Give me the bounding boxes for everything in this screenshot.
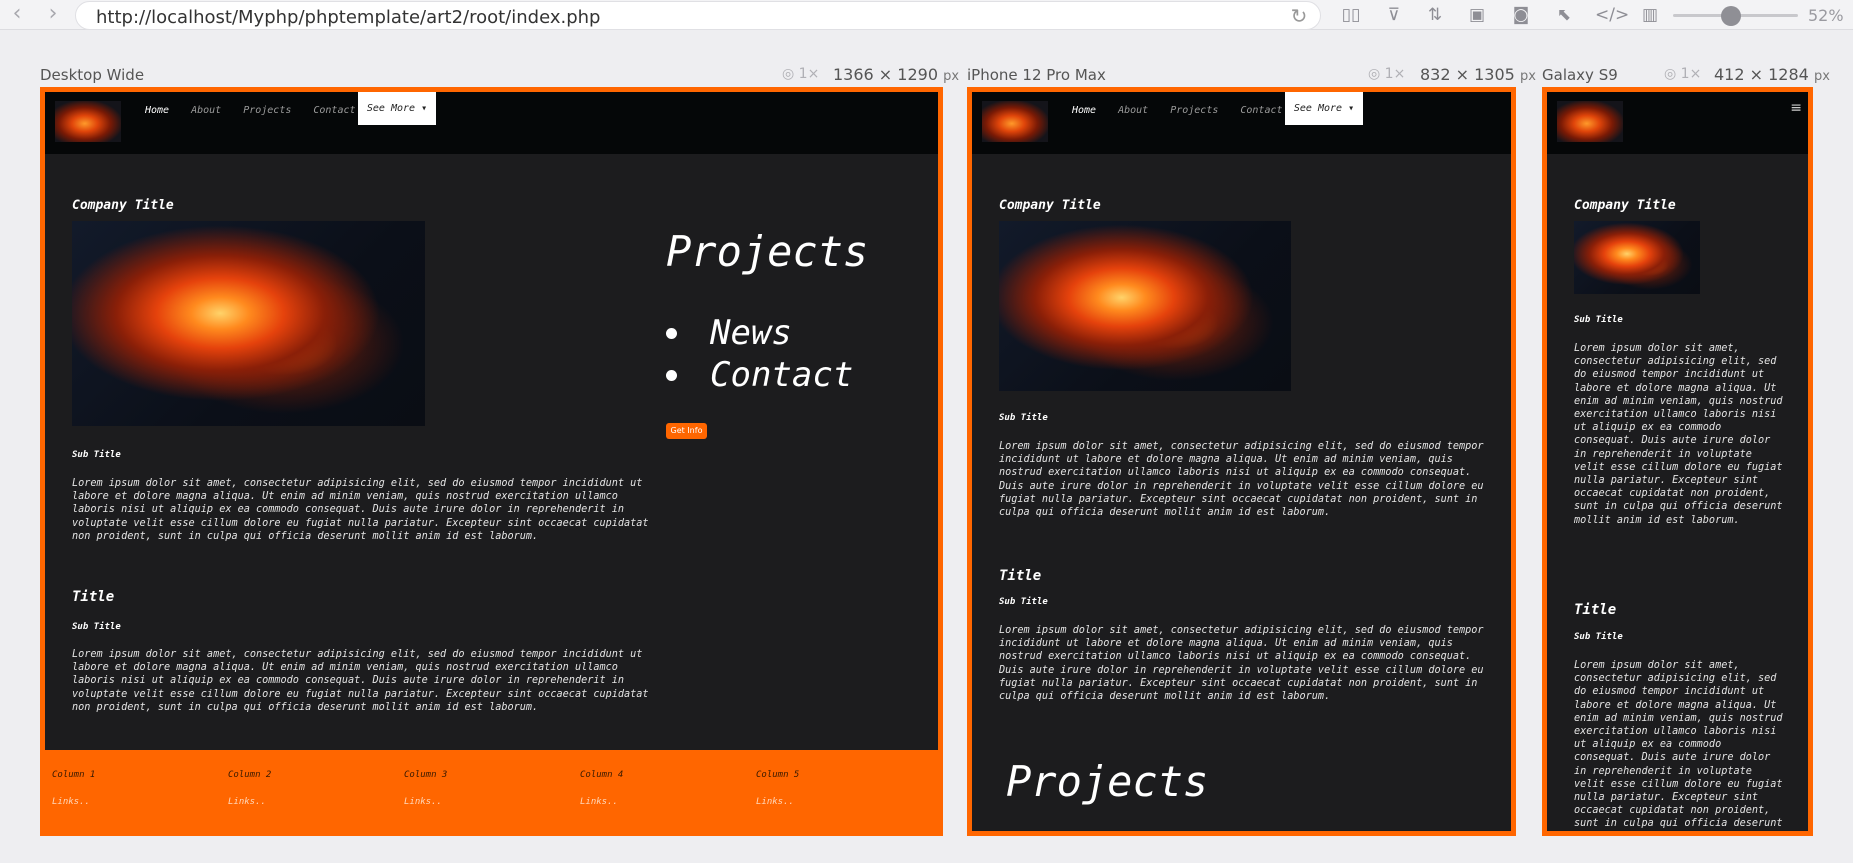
fire-image: [72, 221, 425, 426]
chevron-left-icon[interactable]: ‹: [6, 3, 28, 26]
company-title: Company Title: [1574, 198, 1676, 213]
sidebar-title: Projects: [1006, 757, 1209, 806]
galaxy-frame: ≡ Company Title Sub Title Lorem ipsum do…: [1542, 87, 1813, 836]
sub-title: Sub Title: [72, 450, 121, 460]
desktop-frame: Home About Projects Contact See More ▾ C…: [40, 87, 943, 836]
device-height: 1284: [1768, 65, 1809, 84]
lorem-paragraph: Lorem ipsum dolor sit amet, consectetur …: [72, 478, 649, 542]
code-icon[interactable]: </>: [1595, 4, 1629, 26]
device-unit: px: [1813, 69, 1830, 84]
reload-icon[interactable]: ↻: [1288, 5, 1310, 27]
device-scale[interactable]: ◎ 1×: [1664, 66, 1701, 82]
device-unit: px: [1519, 69, 1536, 84]
sub-title: Sub Title: [1574, 315, 1623, 325]
device-width: 832: [1420, 65, 1451, 84]
sidebar-list: News Contact: [666, 313, 853, 397]
device-width: 412: [1714, 65, 1745, 84]
footer-links[interactable]: Links..: [52, 797, 90, 807]
sub-title: Sub Title: [72, 622, 121, 632]
fire-image: [999, 221, 1291, 391]
device-dimensions: 412 × 1284 px: [1714, 65, 1830, 84]
device-dimensions: 1366 × 1290 px: [833, 65, 960, 84]
nav-contact[interactable]: Contact: [313, 105, 355, 116]
sidebar-title: Projects: [666, 227, 869, 276]
address-bar[interactable]: http://localhost/Myphp/phptemplate/art2/…: [75, 1, 1321, 30]
sub-title: Sub Title: [999, 413, 1048, 423]
sidebar-item-news[interactable]: News: [666, 313, 853, 355]
nav-about[interactable]: About: [191, 105, 221, 116]
get-info-button[interactable]: Get Info: [666, 423, 707, 439]
iphone-frame: Home About Projects Contact See More ▾ C…: [967, 87, 1516, 836]
section-title: Title: [999, 568, 1042, 584]
lorem-paragraph: Lorem ipsum dolor sit amet, consectetur …: [1574, 660, 1783, 830]
device-scale-value: 1×: [1680, 66, 1702, 82]
devices-icon[interactable]: ▣: [1466, 4, 1488, 26]
see-more-dropdown[interactable]: See More ▾: [1285, 92, 1363, 125]
device-scale-value: 1×: [1384, 66, 1406, 82]
site-navbar: Home About Projects Contact See More ▾: [45, 92, 938, 154]
lorem-paragraph: Lorem ipsum dolor sit amet, consectetur …: [1574, 343, 1783, 526]
device-height: 1305: [1474, 65, 1515, 84]
company-title: Company Title: [72, 198, 174, 213]
company-title: Company Title: [999, 198, 1101, 213]
cursor-icon[interactable]: ⬉: [1553, 4, 1575, 26]
sub-title: Sub Title: [999, 597, 1048, 607]
site-nav: Home About Projects Contact: [145, 92, 378, 129]
menu-icon[interactable]: ≡: [1790, 100, 1802, 116]
device-name: iPhone 12 Pro Max: [967, 66, 1106, 84]
nav-contact[interactable]: Contact: [1240, 105, 1282, 116]
device-unit: px: [943, 69, 960, 84]
footer-column-title: Column 4: [580, 770, 624, 780]
lorem-paragraph: Lorem ipsum dolor sit amet, consectetur …: [999, 625, 1484, 703]
filter-icon[interactable]: ⊽: [1383, 4, 1405, 26]
footer-column-title: Column 3: [404, 770, 448, 780]
device-height: 1290: [897, 65, 939, 84]
footer-links[interactable]: Links..: [228, 797, 266, 807]
site-navbar: ≡: [1547, 92, 1808, 154]
site-logo[interactable]: [982, 101, 1048, 142]
section-title: Title: [1574, 602, 1617, 618]
nav-about[interactable]: About: [1118, 105, 1148, 116]
site-logo[interactable]: [1557, 101, 1623, 142]
section-title: Title: [72, 589, 115, 605]
nav-projects[interactable]: Projects: [243, 105, 291, 116]
columns-icon[interactable]: ▯▯: [1340, 4, 1362, 26]
footer-links[interactable]: Links..: [404, 797, 442, 807]
nav-home[interactable]: Home: [1072, 105, 1096, 116]
site-logo[interactable]: [55, 101, 121, 142]
camera-icon[interactable]: ◙: [1510, 4, 1532, 26]
footer-links[interactable]: Links..: [580, 797, 618, 807]
url-text: http://localhost/Myphp/phptemplate/art2/…: [96, 7, 601, 28]
device-name: Galaxy S9: [1542, 66, 1618, 84]
lorem-paragraph: Lorem ipsum dolor sit amet, consectetur …: [999, 441, 1484, 519]
site-navbar: Home About Projects Contact See More ▾: [972, 92, 1511, 154]
footer-column-title: Column 1: [52, 770, 96, 780]
site-footer: Column 1 Links.. Column 2 Links.. Column…: [45, 750, 938, 831]
zoom-level: 52%: [1808, 6, 1844, 25]
device-scale[interactable]: ◎ 1×: [782, 66, 819, 82]
browser-toolbar: ‹ › http://localhost/Myphp/phptemplate/a…: [0, 0, 1853, 30]
zoom-slider-thumb[interactable]: [1721, 6, 1741, 26]
device-name: Desktop Wide: [40, 66, 145, 84]
device-width: 1366: [833, 65, 874, 84]
fire-image: [1574, 221, 1700, 294]
sort-icon[interactable]: ⇅: [1424, 4, 1446, 26]
footer-column-title: Column 2: [228, 770, 272, 780]
see-more-dropdown[interactable]: See More ▾: [358, 92, 436, 125]
sidebar-icon[interactable]: ▥: [1639, 4, 1661, 26]
chevron-right-icon[interactable]: ›: [42, 3, 64, 26]
device-scale[interactable]: ◎ 1×: [1368, 66, 1405, 82]
sub-title: Sub Title: [1574, 632, 1623, 642]
footer-column-title: Column 5: [756, 770, 800, 780]
nav-home[interactable]: Home: [145, 105, 169, 116]
footer-links[interactable]: Links..: [756, 797, 794, 807]
site-nav: Home About Projects Contact: [1072, 92, 1305, 129]
lorem-paragraph: Lorem ipsum dolor sit amet, consectetur …: [72, 649, 649, 713]
device-dimensions: 832 × 1305 px: [1420, 65, 1536, 84]
nav-projects[interactable]: Projects: [1170, 105, 1218, 116]
device-scale-value: 1×: [798, 66, 820, 82]
sidebar-item-contact[interactable]: Contact: [666, 355, 853, 397]
